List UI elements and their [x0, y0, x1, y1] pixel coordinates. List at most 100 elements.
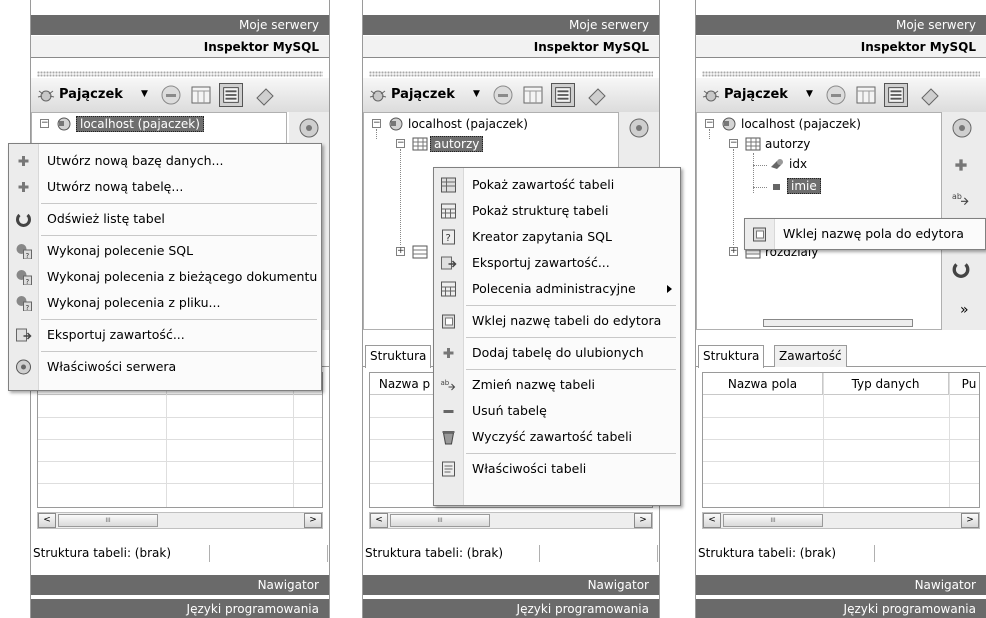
structure-grid[interactable]: Nazwa pola Typ danych Pu [702, 372, 980, 508]
toolbar-grip[interactable] [702, 71, 980, 77]
server-properties-icon[interactable] [297, 116, 321, 140]
navigator-header[interactable]: Nawigator [31, 575, 329, 595]
disconnect-button[interactable] [491, 83, 515, 107]
menu-item-export[interactable]: Eksportuj zawartość... [434, 250, 680, 276]
collapse-toggle[interactable]: − [372, 119, 381, 128]
menu-item-refresh-tables[interactable]: Odśwież listę tabel [9, 206, 321, 232]
navigator-header[interactable]: Nawigator [363, 575, 659, 595]
table-structure-icon [441, 203, 456, 219]
connection-dropdown[interactable]: Pajączek [724, 87, 788, 102]
tab-structure[interactable]: Struktura [365, 345, 432, 368]
sql-query-icon: ? [16, 270, 32, 285]
disconnect-button[interactable] [159, 83, 183, 107]
scroll-right-button[interactable]: > [961, 513, 979, 528]
collapse-toggle[interactable]: − [40, 119, 49, 128]
toolbar: Pajączek ▼ [363, 78, 659, 112]
scroll-right-button[interactable]: > [304, 513, 322, 528]
navigator-header[interactable]: Nawigator [696, 575, 986, 595]
expand-toggle[interactable]: + [729, 247, 738, 256]
more-icon[interactable]: » [960, 302, 969, 318]
scroll-left-button[interactable]: < [38, 513, 56, 528]
disconnect-button[interactable] [824, 83, 848, 107]
menu-item-clear-table[interactable]: Wyczyść zawartość tabeli [434, 424, 680, 450]
structure-grid[interactable] [37, 372, 323, 508]
collapse-toggle[interactable]: − [729, 139, 738, 148]
tree-scroll-indicator[interactable] [763, 319, 913, 327]
menu-item-rename-table[interactable]: ab Zmień nazwę tabeli [434, 372, 680, 398]
menu-item-paste-field-name[interactable]: Wklej nazwę pola do edytora [745, 221, 985, 247]
languages-header[interactable]: Języki programowania [696, 599, 986, 618]
table-icon [745, 137, 761, 151]
menu-item-show-content[interactable]: Pokaż zawartość tabeli [434, 172, 680, 198]
plus-icon[interactable] [952, 156, 970, 174]
scroll-right-button[interactable]: > [634, 513, 652, 528]
tree-node-table[interactable]: autorzy [765, 135, 810, 153]
expand-toggle[interactable]: + [396, 247, 405, 256]
menu-item-paste-table-name[interactable]: Wklej nazwę tabeli do edytora [434, 308, 680, 334]
view-list-button[interactable] [884, 83, 908, 107]
column-header-type[interactable]: Typ danych [823, 373, 949, 395]
menu-item-admin-commands[interactable]: Polecenia administracyjne [434, 276, 680, 302]
eraser-icon[interactable] [585, 83, 609, 107]
menu-item-server-properties[interactable]: Właściwości serwera [9, 354, 321, 380]
view-list-button[interactable] [551, 83, 575, 107]
column-header-name[interactable]: Nazwa pola [703, 373, 823, 395]
server-properties-icon[interactable] [950, 116, 974, 140]
collapse-toggle[interactable]: − [396, 139, 405, 148]
menu-item-execute-sql[interactable]: ? Wykonaj polecenie SQL [9, 238, 321, 264]
admin-commands-icon [441, 281, 456, 297]
column-header-null[interactable]: Pu [949, 373, 979, 395]
menu-item-execute-file[interactable]: ? Wykonaj polecenia z pliku... [9, 290, 321, 316]
toolbar-grip[interactable] [37, 71, 323, 77]
tree-node-field-idx[interactable]: idx [789, 155, 807, 173]
status-bar: Struktura tabeli: (brak) [696, 541, 986, 565]
tree-node-server[interactable]: localhost (pajaczek) [741, 115, 861, 133]
view-columns-button[interactable] [189, 83, 213, 107]
horizontal-scrollbar[interactable]: < III > [702, 512, 980, 529]
menu-item-table-properties[interactable]: Właściwości tabeli [434, 456, 680, 482]
connection-dropdown[interactable]: Pajączek [391, 87, 455, 102]
horizontal-scrollbar[interactable]: < III > [369, 512, 653, 529]
scroll-left-button[interactable]: < [703, 513, 721, 528]
menu-item-delete-table[interactable]: Usuń tabelę [434, 398, 680, 424]
view-list-button[interactable] [219, 83, 243, 107]
collapse-toggle[interactable]: − [705, 119, 714, 128]
menu-item-show-structure[interactable]: Pokaż strukturę tabeli [434, 198, 680, 224]
languages-header[interactable]: Języki programowania [31, 599, 329, 618]
eraser-icon[interactable] [918, 83, 942, 107]
server-properties-icon[interactable] [627, 116, 651, 140]
my-servers-header[interactable]: Moje serwery [363, 15, 659, 35]
tree-node-table[interactable]: autorzy [430, 136, 484, 152]
horizontal-scrollbar[interactable]: < III > [37, 512, 323, 529]
menu-item-add-favorite[interactable]: Dodaj tabelę do ulubionych [434, 340, 680, 366]
tab-content[interactable]: Zawartość [774, 345, 847, 367]
toolbar-grip[interactable] [369, 71, 653, 77]
connection-dropdown[interactable]: Pajączek [59, 87, 123, 102]
scroll-thumb[interactable]: III [58, 514, 158, 527]
eraser-icon[interactable] [253, 83, 277, 107]
menu-item-query-wizard[interactable]: ? Kreator zapytania SQL [434, 224, 680, 250]
tab-structure[interactable]: Struktura [698, 345, 765, 368]
chevron-down-icon[interactable]: ▼ [806, 89, 813, 99]
refresh-icon[interactable] [952, 260, 970, 278]
scroll-thumb[interactable]: III [390, 514, 490, 527]
chevron-down-icon[interactable]: ▼ [473, 89, 480, 99]
scroll-thumb[interactable]: III [723, 514, 823, 527]
tree-node-server[interactable]: localhost (pajaczek) [76, 116, 204, 132]
tree-node-server[interactable]: localhost (pajaczek) [408, 115, 528, 133]
view-columns-button[interactable] [521, 83, 545, 107]
tree-node-field-imie[interactable]: imie [787, 178, 821, 194]
field-context-menu: Wklej nazwę pola do edytora [744, 218, 986, 250]
languages-header[interactable]: Języki programowania [363, 599, 659, 618]
menu-item-create-database[interactable]: Utwórz nową bazę danych... [9, 148, 321, 174]
menu-item-create-table[interactable]: Utwórz nową tabelę... [9, 174, 321, 200]
rename-icon[interactable]: ab [952, 190, 970, 208]
my-servers-header[interactable]: Moje serwery [696, 15, 986, 35]
scroll-left-button[interactable]: < [370, 513, 388, 528]
view-columns-button[interactable] [854, 83, 878, 107]
menu-item-export[interactable]: Eksportuj zawartość... [9, 322, 321, 348]
menu-item-execute-document[interactable]: ? Wykonaj polecenia z bieżącego dokument… [9, 264, 321, 290]
chevron-down-icon[interactable]: ▼ [141, 89, 148, 99]
column-header-name[interactable]: Nazwa p [370, 373, 440, 395]
my-servers-header[interactable]: Moje serwery [31, 15, 329, 35]
